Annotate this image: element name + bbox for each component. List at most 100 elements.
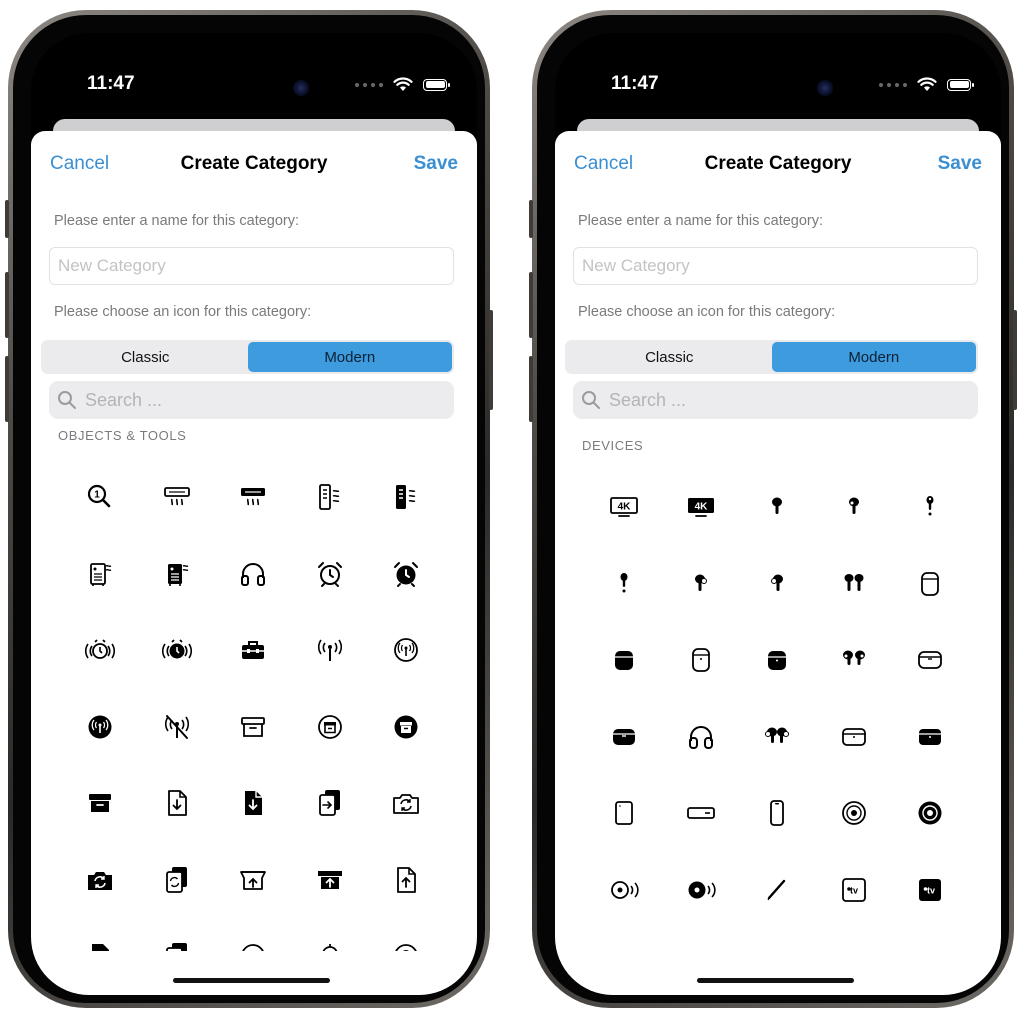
ipad-icon[interactable] [586,775,663,852]
4k-tv-filled-icon[interactable]: 4K [663,469,740,546]
dehumidifier-icon[interactable] [62,536,139,613]
svg-text:1: 1 [94,490,100,501]
air-conditioner-icon[interactable] [139,459,216,536]
save-button[interactable]: Save [938,153,982,175]
phone-frame-right: 11:47 Cancel Create Category Save Please… [529,10,1017,1008]
airpods-max-icon[interactable] [663,699,740,776]
airpod-side-2-icon[interactable] [586,546,663,623]
antenna-circle-filled-icon[interactable] [62,689,139,766]
search-icon [582,391,600,409]
antenna-circle-icon[interactable] [368,612,445,689]
status-time: 11:47 [611,73,659,94]
device-partial-2-icon[interactable] [663,928,740,951]
search-icon [58,391,76,409]
airpod-gen3-right-icon[interactable] [663,546,740,623]
airpod-side-icon[interactable] [892,469,969,546]
svg-text:tv: tv [850,885,858,895]
icon-style-segmented-control: Classic Modern [565,340,978,374]
icon-grid: 1 [31,459,477,951]
alarm-filled-icon[interactable] [368,536,445,613]
segment-classic[interactable]: Classic [43,342,248,372]
airpods-case-gen2-icon[interactable] [663,622,740,699]
search-input[interactable] [83,388,427,412]
alarm-waves-filled-icon[interactable] [139,612,216,689]
homepod-mini-icon[interactable] [816,775,893,852]
airpods-gen3-case-icon[interactable] [816,699,893,776]
airpod-right-icon[interactable] [739,469,816,546]
air-purifier-filled-icon[interactable] [368,459,445,536]
airpod-gen3-left-icon[interactable] [739,546,816,623]
doc-arrow-up-icon[interactable] [368,842,445,919]
air-conditioner-filled-icon[interactable] [215,459,292,536]
status-time: 11:47 [87,73,135,94]
magnifyingglass-1-icon[interactable]: 1 [62,459,139,536]
doc-filled-partial-icon[interactable] [62,918,139,951]
segment-classic[interactable]: Classic [567,342,772,372]
device-partial-4-icon[interactable] [816,928,893,951]
volume-down-button [529,356,533,422]
alarm-waves-icon[interactable] [62,612,139,689]
antenna-slash-icon[interactable] [139,689,216,766]
archivebox-filled-icon[interactable] [62,765,139,842]
save-button[interactable]: Save [414,153,458,175]
circle-partial-icon[interactable] [368,918,445,951]
tray-arrow-up-icon[interactable] [215,842,292,919]
doc-stack-partial-icon[interactable] [139,918,216,951]
icon-grid: 4K 4K tv tv [555,469,1001,951]
alarm-icon[interactable] [292,536,369,613]
camera-rotate-icon[interactable] [368,765,445,842]
airpods-case-icon[interactable] [892,546,969,623]
archivebox-circle-icon[interactable] [292,689,369,766]
device-partial-icon[interactable] [586,928,663,951]
toolbox-icon[interactable] [215,612,292,689]
archivebox-circle-filled-icon[interactable] [368,689,445,766]
airpods-gen3-icon[interactable] [739,699,816,776]
doc-arrow-down-filled-icon[interactable] [215,765,292,842]
name-prompt-label: Please enter a name for this category: [54,213,300,229]
homepod-waves-filled-icon[interactable] [663,852,740,929]
screen: 11:47 Cancel Create Category Save Please… [555,33,1001,995]
tray-arrow-up-filled-icon[interactable] [292,842,369,919]
segment-modern[interactable]: Modern [771,342,976,372]
category-name-input[interactable] [573,247,978,285]
iphone-icon[interactable] [739,775,816,852]
4k-tv-icon[interactable]: 4K [586,469,663,546]
airpods-pro-case-filled-icon[interactable] [586,699,663,776]
airpods-case-filled-icon[interactable] [586,622,663,699]
appletv-filled-icon[interactable]: tv [892,852,969,929]
icon-search-field[interactable] [49,381,454,419]
icon-search-field[interactable] [573,381,978,419]
camera-icon [293,80,309,96]
icon-grid-container: 4K 4K tv tv [555,469,1001,951]
airpods-case-gen2-filled-icon[interactable] [739,622,816,699]
doc-rotate-icon[interactable] [139,842,216,919]
apple-tv-remote-icon[interactable] [663,775,740,852]
air-purifier-icon[interactable] [292,459,369,536]
airpods-pro-icon[interactable] [816,622,893,699]
category-name-input[interactable] [49,247,454,285]
homepod-waves-icon[interactable] [586,852,663,929]
antenna-icon[interactable] [292,612,369,689]
doc-arrow-right-icon[interactable] [292,765,369,842]
airpods-gen3-case-filled-icon[interactable] [892,699,969,776]
homepod-mini-filled-icon[interactable] [892,775,969,852]
segment-modern[interactable]: Modern [247,342,452,372]
headphones-icon[interactable] [215,536,292,613]
airpods-pro-case-icon[interactable] [892,622,969,699]
archivebox-icon[interactable] [215,689,292,766]
doc-arrow-down-icon[interactable] [139,765,216,842]
pencil-icon[interactable] [739,852,816,929]
dehumidifier-filled-icon[interactable] [139,536,216,613]
airpods-icon[interactable] [816,546,893,623]
gauge-partial-icon[interactable] [215,918,292,951]
device-partial-3-icon[interactable] [739,928,816,951]
screen: 11:47 Cancel Create Category Save Please… [31,33,477,995]
airpod-left-icon[interactable] [816,469,893,546]
svg-text:tv: tv [927,885,935,895]
device-partial-5-icon[interactable] [892,928,969,951]
camera-rotate-filled-icon[interactable] [62,842,139,919]
bell-partial-icon[interactable] [292,918,369,951]
search-input[interactable] [607,388,951,412]
svg-text:4K: 4K [618,502,632,513]
appletv-icon[interactable]: tv [816,852,893,929]
